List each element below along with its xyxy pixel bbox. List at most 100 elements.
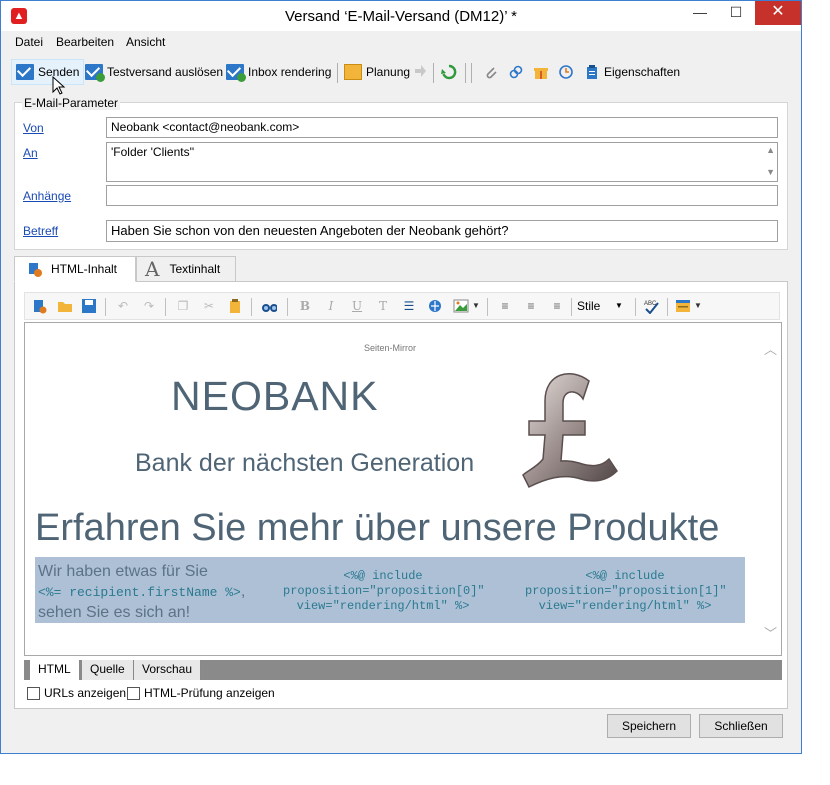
personalization-icon[interactable]	[675, 298, 691, 314]
properties-button[interactable]: Eigenschaften	[584, 59, 680, 85]
subject-label[interactable]: Betreff	[23, 224, 58, 238]
proposition-1-include: <%@ include proposition="proposition[1]"…	[525, 569, 727, 613]
offer-line-1: Wir haben etwas für Sie	[38, 563, 208, 580]
offer-section[interactable]: Wir haben etwas für Sie <%= recipient.fi…	[35, 557, 745, 623]
to-label[interactable]: An	[23, 146, 38, 160]
gift-icon[interactable]	[533, 64, 549, 80]
show-urls-checkbox[interactable]	[27, 686, 40, 700]
window-title: Versand ‘E-Mail-Versand (DM12)’ *	[284, 8, 518, 25]
editor-separator	[105, 298, 106, 316]
redo-icon[interactable]: ↷	[141, 298, 157, 314]
test-send-label: Testversand auslösen	[107, 65, 224, 79]
italic-icon[interactable]: I	[323, 298, 339, 314]
attachments-field[interactable]	[106, 185, 778, 206]
editor-separator	[571, 298, 572, 316]
properties-label: Eigenschaften	[604, 65, 681, 79]
style-select[interactable]: Stile ▼	[577, 297, 627, 315]
arrow-right-icon[interactable]	[413, 63, 429, 79]
editor-mode-bar: HTML Quelle Vorschau	[24, 660, 782, 680]
scroll-up-icon[interactable]: ▲	[766, 145, 775, 155]
mode-tab-html[interactable]: HTML	[30, 660, 80, 680]
from-label[interactable]: Von	[23, 121, 44, 135]
undo-icon[interactable]: ↶	[115, 298, 131, 314]
offer-comma: ,	[240, 583, 246, 600]
brand-tagline: Bank der nächsten Generation	[135, 449, 475, 477]
editor-separator	[487, 298, 488, 316]
menu-datei[interactable]: Datei	[15, 35, 43, 49]
chevron-down-icon: ▼	[615, 301, 623, 310]
insert-link-icon[interactable]	[427, 298, 443, 314]
mode-tab-source[interactable]: Quelle	[82, 660, 134, 680]
tab-text-label: Textinhalt	[169, 262, 221, 276]
menu-bearbeiten[interactable]: Bearbeiten	[56, 35, 114, 49]
mode-tab-preview[interactable]: Vorschau	[134, 660, 202, 680]
pound-symbol-image	[522, 372, 618, 489]
offer-settings-icon[interactable]	[558, 64, 574, 80]
editor-separator	[287, 298, 288, 316]
attachments-label[interactable]: Anhänge	[23, 189, 71, 203]
save-icon[interactable]	[81, 298, 97, 314]
editor-separator	[635, 298, 636, 316]
align-left-icon[interactable]: ≡	[497, 298, 513, 314]
open-folder-icon[interactable]	[57, 298, 73, 314]
toolbar-separator	[337, 63, 338, 83]
cut-icon[interactable]: ✂	[201, 298, 217, 314]
maximize-button[interactable]: ☐	[721, 1, 751, 25]
html-check-checkbox[interactable]	[127, 686, 140, 700]
mail-check-icon	[85, 64, 105, 82]
attachment-icon[interactable]	[483, 64, 499, 80]
firstname-placeholder: <%= recipient.firstName %>	[38, 585, 241, 600]
refresh-icon[interactable]	[441, 64, 457, 80]
test-send-button[interactable]: Testversand auslösen	[85, 59, 223, 85]
email-parameters-legend: E-Mail-Parameter	[22, 96, 121, 110]
mail-icon	[16, 64, 34, 80]
to-field[interactable]: 'Folder 'Clients'' ▲ ▼	[106, 142, 778, 182]
tab-html-content[interactable]: HTML-Inhalt	[14, 256, 136, 282]
clipboard-icon	[587, 65, 597, 79]
offer-line-2: <%= recipient.firstName %>,	[38, 582, 245, 603]
schedule-label: Planung	[366, 65, 411, 79]
title-bar: ▲ Versand ‘E-Mail-Versand (DM12)’ * — ☐ …	[1, 1, 801, 31]
html-check-option[interactable]: HTML-Prüfung anzeigen	[127, 686, 275, 700]
brand-name: NEOBANK	[171, 373, 379, 419]
close-button[interactable]: Schließen	[699, 714, 783, 738]
personalization-dropdown-icon[interactable]: ▼	[693, 298, 703, 314]
inbox-rendering-button[interactable]: Inbox rendering	[226, 59, 331, 85]
find-icon[interactable]	[261, 298, 277, 314]
html-preview-pane[interactable]: Seiten-Mirror NEOBANK Bank der nächsten …	[24, 322, 782, 656]
send-button[interactable]: Senden	[11, 59, 85, 85]
preview-scroll-down-icon[interactable]: ﹀	[764, 623, 777, 642]
copy-icon[interactable]: ❐	[175, 298, 191, 314]
tab-text-content[interactable]: A Textinhalt	[136, 256, 236, 282]
clear-format-icon[interactable]: T	[375, 298, 391, 314]
save-button[interactable]: Speichern	[607, 714, 691, 738]
toolbar-separator	[433, 63, 434, 83]
minimize-button[interactable]: —	[685, 1, 715, 25]
bullet-list-icon[interactable]: ☰	[401, 298, 417, 314]
show-urls-label: URLs anzeigen	[44, 686, 127, 700]
show-urls-option[interactable]: URLs anzeigen	[27, 686, 126, 700]
offer-line-3: sehen Sie es sich an!	[38, 604, 191, 621]
calendar-icon	[344, 64, 362, 80]
html-content-icon	[29, 263, 42, 277]
editor-separator	[165, 298, 166, 316]
subject-field[interactable]: Haben Sie schon von den neuesten Angebot…	[106, 220, 778, 242]
from-field[interactable]: Neobank <contact@neobank.com>	[106, 117, 778, 138]
spellcheck-icon[interactable]: ABC	[643, 298, 659, 314]
scroll-down-icon[interactable]: ▼	[766, 167, 775, 177]
bold-icon[interactable]: B	[297, 298, 313, 314]
close-window-button[interactable]: ✕	[755, 1, 801, 25]
align-center-icon[interactable]: ≡	[523, 298, 539, 314]
menu-ansicht[interactable]: Ansicht	[126, 35, 165, 49]
main-toolbar: Senden Testversand auslösen Inbox render…	[1, 55, 801, 89]
new-document-icon[interactable]	[31, 298, 47, 314]
link-icon[interactable]	[508, 64, 524, 80]
paste-icon[interactable]	[227, 298, 243, 314]
schedule-button[interactable]: Planung	[344, 59, 410, 85]
insert-image-icon[interactable]	[453, 298, 469, 314]
mirror-page-label: Seiten-Mirror	[363, 343, 416, 353]
align-right-icon[interactable]: ≡	[549, 298, 565, 314]
image-dropdown-icon[interactable]: ▼	[471, 298, 481, 314]
underline-icon[interactable]: U	[349, 298, 365, 314]
preview-scroll-up-icon[interactable]: ︿	[764, 339, 777, 358]
